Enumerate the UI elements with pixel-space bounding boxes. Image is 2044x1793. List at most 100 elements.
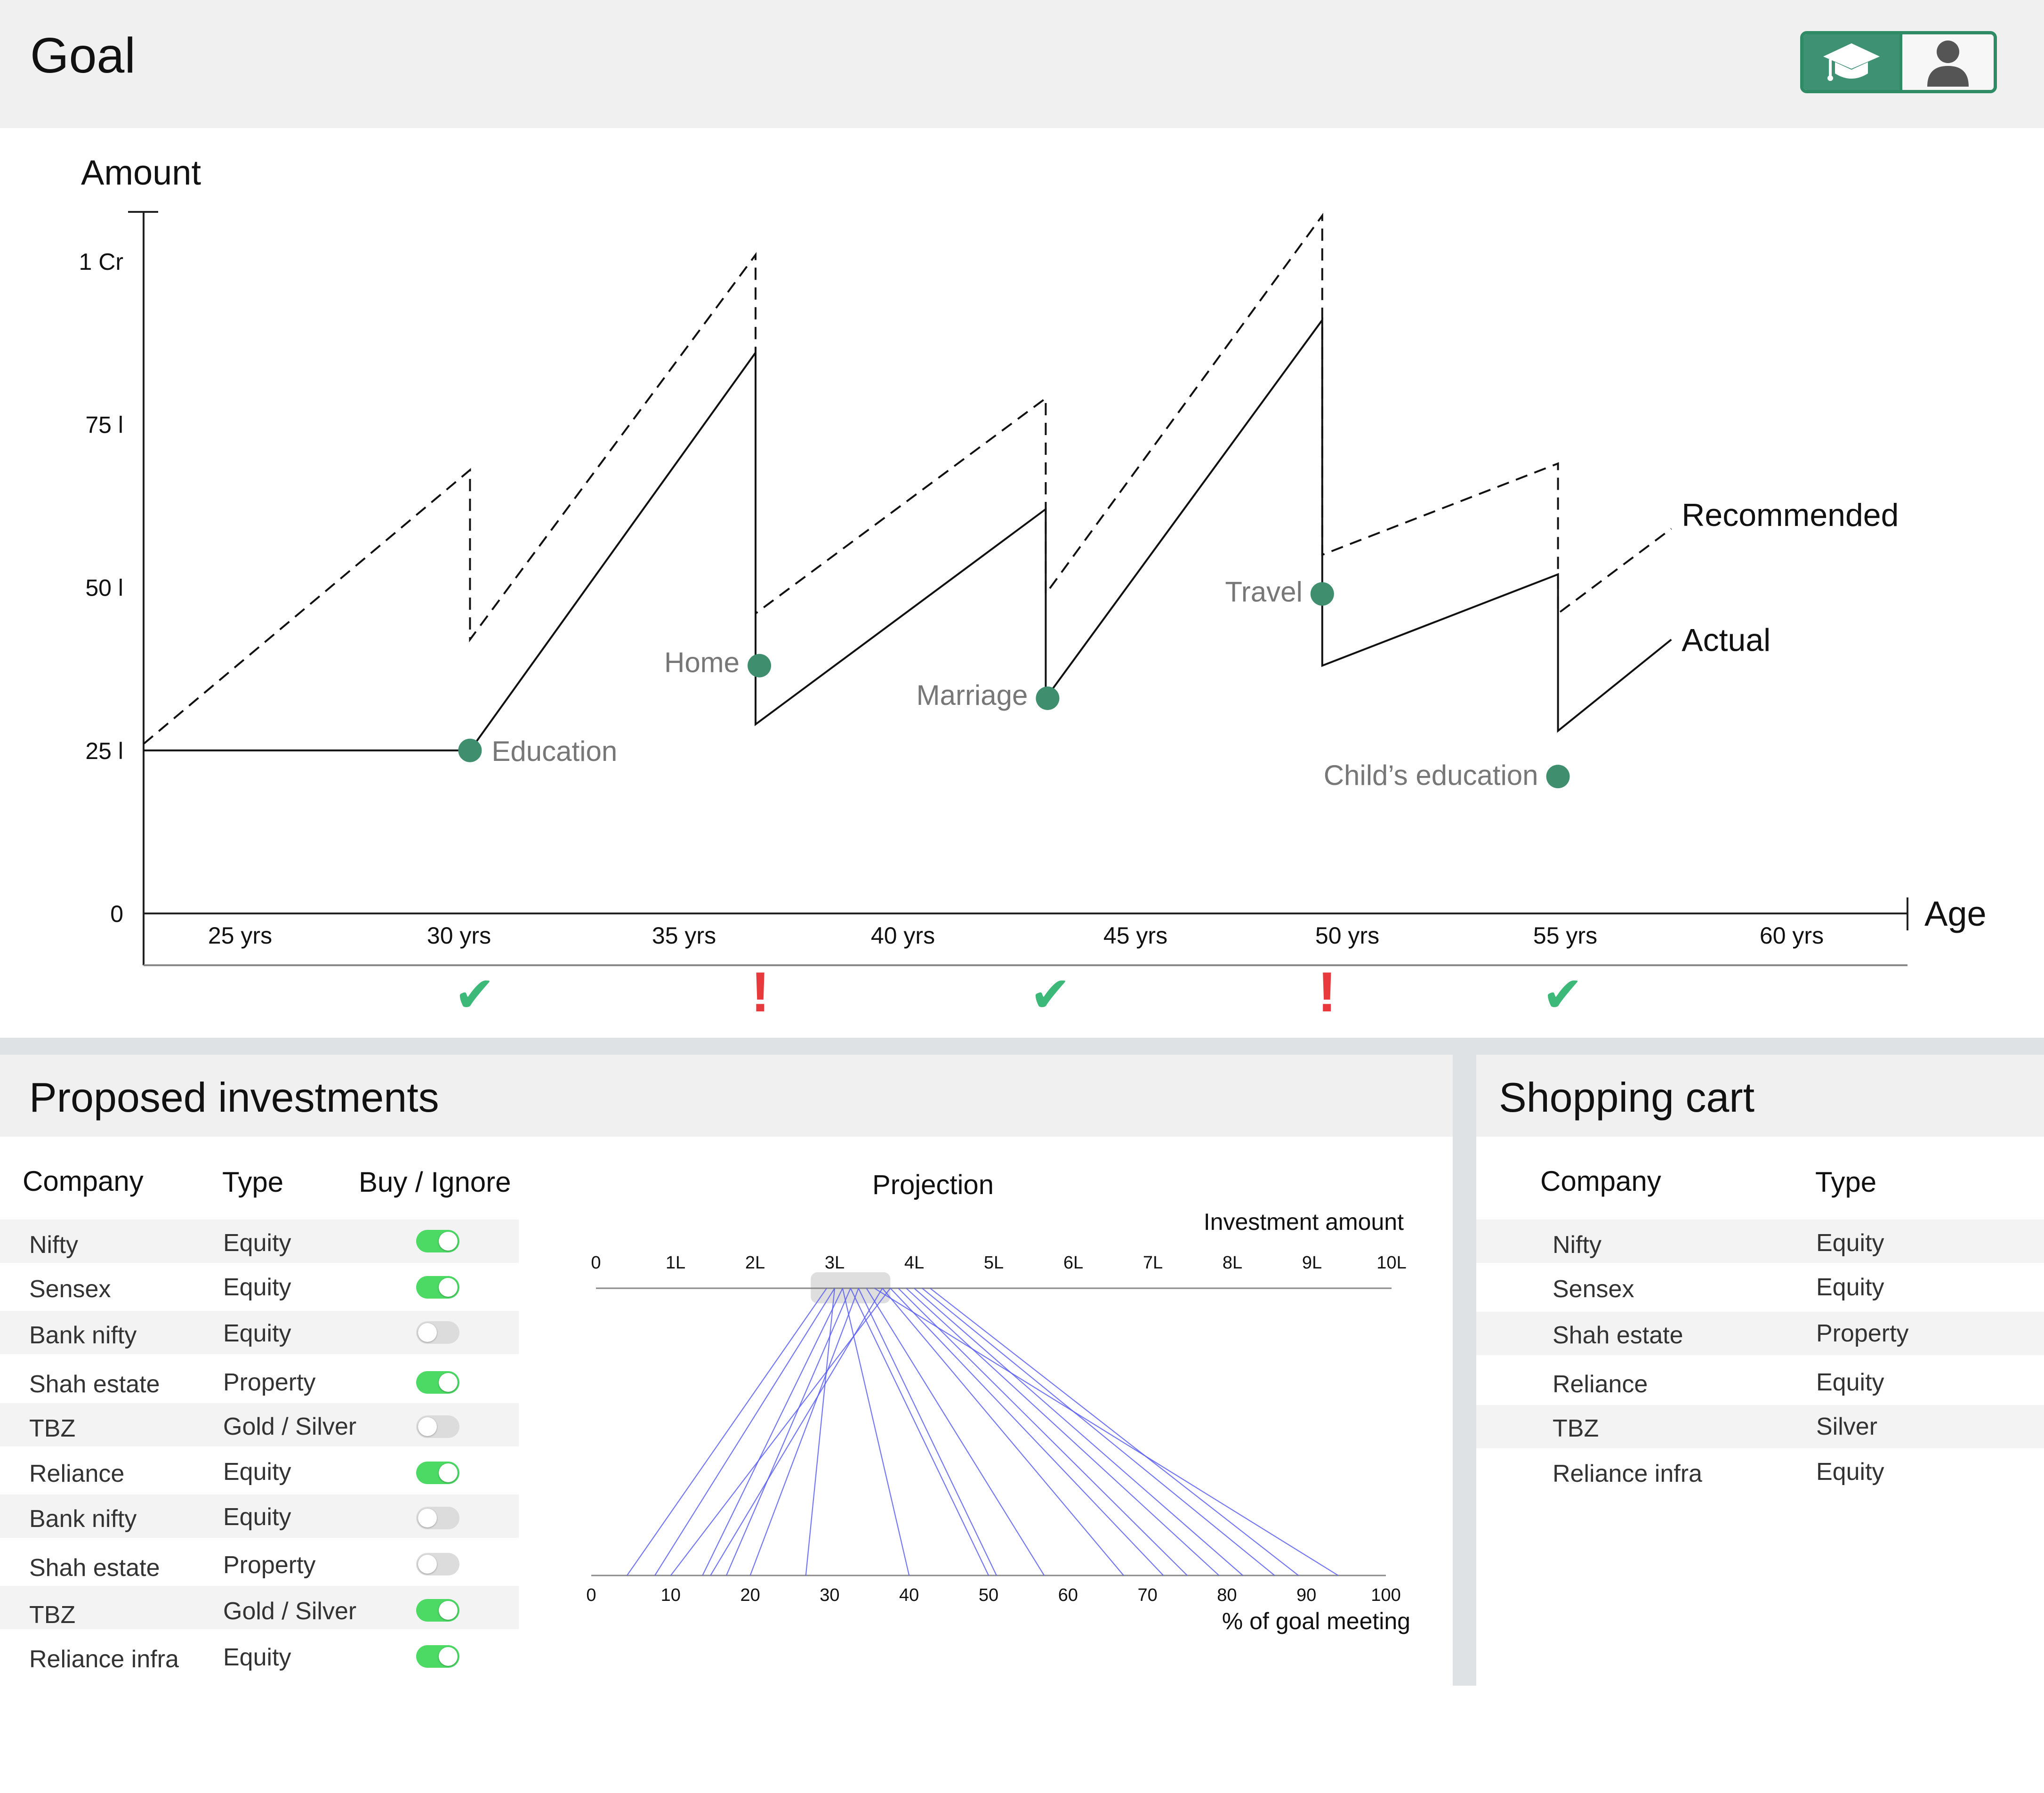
investment-tick-label: 7L [1143, 1253, 1163, 1273]
company-cell: Shah estate [29, 1371, 160, 1398]
investment-tick-label: 2L [745, 1253, 765, 1273]
goal-warning-icon: ! [1318, 961, 1336, 1024]
goal-meeting-label: % of goal meeting [1222, 1608, 1410, 1634]
company-cell: Nifty [29, 1231, 78, 1259]
buy-toggle[interactable] [416, 1415, 459, 1438]
company-cell: Sensex [29, 1276, 111, 1303]
buy-toggle[interactable] [416, 1371, 459, 1394]
series-label: Actual [1682, 622, 1770, 658]
cart-column-header-type: Type [1815, 1166, 1877, 1198]
top-header [0, 0, 2044, 128]
company-cell: Reliance [29, 1460, 125, 1487]
goal-percent-tick-label: 10 [661, 1585, 681, 1605]
investment-tick-label: 10L [1376, 1253, 1406, 1273]
goal-point[interactable] [1310, 582, 1334, 606]
buy-toggle[interactable] [416, 1599, 459, 1622]
type-cell: Equity [223, 1229, 291, 1257]
type-cell: Equity [223, 1644, 291, 1671]
y-tick-label: 1 Cr [79, 249, 123, 275]
y-tick-label: 0 [110, 901, 123, 927]
series-label: Recommended [1682, 497, 1899, 533]
goal-percent-tick-label: 20 [740, 1585, 760, 1605]
goal-label: Child’s education [1324, 759, 1538, 791]
goal-point[interactable] [1546, 765, 1570, 789]
buy-toggle[interactable] [416, 1645, 459, 1668]
goal-label: Travel [1225, 576, 1302, 607]
goal-chart: Amount Age 1 Cr 75 l 50 l 25 l 0 25 yrs 30 yr… [79, 153, 1987, 1024]
company-cell: Bank nifty [29, 1322, 137, 1349]
type-cell: Equity [223, 1503, 291, 1531]
projection-line [906, 1288, 1220, 1576]
y-axis-label: Amount [81, 153, 201, 192]
type-cell: Gold / Silver [223, 1598, 357, 1625]
y-tick-label: 75 l [85, 412, 123, 438]
x-tick-label: 30 yrs [427, 922, 491, 949]
goal-percent-tick-label: 60 [1058, 1585, 1078, 1605]
goal-label: Marriage [917, 679, 1028, 711]
buy-toggle[interactable] [416, 1553, 459, 1575]
investment-tick-label: 1L [666, 1253, 685, 1273]
projection-line [930, 1288, 1299, 1576]
x-tick-label: 60 yrs [1760, 922, 1824, 949]
x-tick-label: 25 yrs [208, 922, 272, 949]
x-tick-label: 35 yrs [652, 922, 716, 949]
goal-percent-tick-label: 80 [1217, 1585, 1237, 1605]
cart-type-cell: Equity [1816, 1369, 1884, 1396]
cart-company-cell: TBZ [1553, 1415, 1599, 1442]
recommended-series-line [143, 212, 1672, 745]
goal-point[interactable] [458, 738, 482, 762]
investment-amount-label: Investment amount [1204, 1209, 1404, 1235]
cart-type-cell: Property [1816, 1320, 1909, 1347]
goal-percent-tick-label: 30 [820, 1585, 839, 1605]
projection-line [922, 1288, 1275, 1576]
profile-view-button[interactable] [1902, 34, 1994, 90]
goal-label: Education [491, 735, 617, 767]
buy-toggle[interactable] [416, 1321, 459, 1344]
company-cell: TBZ [29, 1601, 76, 1629]
cart-company-cell: Shah estate [1553, 1322, 1683, 1349]
projection-chart: Projection Investment amount % of goal m… [586, 1170, 1410, 1634]
buy-toggle[interactable] [416, 1276, 459, 1299]
panel-divider [1453, 1055, 1476, 1686]
investment-tick-label: 9L [1302, 1253, 1322, 1273]
goal-percent-tick-label: 50 [979, 1585, 998, 1605]
x-tick-label: 45 yrs [1103, 922, 1167, 949]
type-cell: Gold / Silver [223, 1413, 357, 1440]
projection-line [914, 1288, 1243, 1576]
column-header-buy-ignore: Buy / Ignore [359, 1166, 511, 1198]
company-cell: Reliance infra [29, 1646, 179, 1673]
goal-percent-tick-label: 90 [1296, 1585, 1316, 1605]
type-cell: Equity [223, 1274, 291, 1301]
buy-toggle[interactable] [416, 1230, 459, 1252]
cart-company-cell: Reliance [1553, 1371, 1648, 1398]
company-cell: Shah estate [29, 1554, 160, 1582]
buy-toggle[interactable] [416, 1462, 459, 1484]
projection-line [866, 1288, 1045, 1576]
cart-type-cell: Equity [1816, 1274, 1884, 1301]
actual-series-line [144, 317, 1672, 751]
investment-tick-label: 6L [1063, 1253, 1083, 1273]
section-divider [0, 1038, 2044, 1055]
cart-column-header-company: Company [1540, 1165, 1661, 1197]
goal-point[interactable] [748, 654, 772, 678]
projection-line [874, 1288, 1339, 1576]
view-toggle-group [1800, 31, 1997, 93]
y-tick-label: 25 l [85, 738, 123, 764]
company-cell: TBZ [29, 1415, 76, 1442]
education-view-button[interactable] [1803, 34, 1902, 90]
projection-line [670, 1288, 891, 1576]
cart-type-cell: Silver [1816, 1413, 1878, 1440]
investment-tick-label: 0 [591, 1253, 601, 1273]
projection-line [850, 1288, 989, 1576]
person-icon [1927, 40, 1969, 87]
proposed-investments-title: Proposed investments [29, 1074, 439, 1121]
cart-company-cell: Reliance infra [1553, 1460, 1702, 1487]
type-cell: Equity [223, 1458, 291, 1486]
buy-toggle[interactable] [416, 1507, 459, 1529]
projection-line [898, 1288, 1188, 1576]
type-cell: Equity [223, 1320, 291, 1347]
projection-title: Projection [872, 1170, 994, 1200]
goal-point[interactable] [1036, 686, 1060, 710]
x-tick-label: 40 yrs [871, 922, 935, 949]
cart-company-cell: Nifty [1553, 1231, 1601, 1259]
